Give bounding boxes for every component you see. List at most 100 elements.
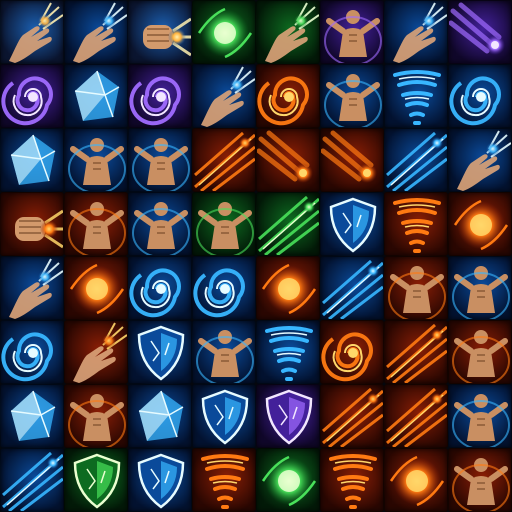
broken-shield-icon[interactable] [128, 320, 192, 384]
air-palm-icon[interactable] [64, 0, 128, 64]
twin-spirits-icon[interactable] [192, 320, 256, 384]
shattered-box-icon[interactable] [0, 384, 64, 448]
streaks-motif [386, 387, 447, 447]
tornado-motif [201, 454, 249, 509]
hand-motif [393, 2, 447, 63]
streaks-motif [322, 387, 383, 447]
fingertip-light-icon[interactable] [192, 64, 256, 128]
golden-avatar-icon[interactable] [448, 448, 512, 512]
spark-shield-icon[interactable] [128, 448, 192, 512]
fire-slashes-icon[interactable] [384, 320, 448, 384]
meditation-icon[interactable] [64, 128, 128, 192]
storm-twister-icon[interactable] [256, 320, 320, 384]
crystal-cube-icon[interactable] [64, 64, 128, 128]
crystal-motif [138, 390, 184, 441]
streaks-motif [386, 131, 447, 191]
streaks-motif [194, 131, 255, 191]
meteor-shower-icon[interactable] [320, 128, 384, 192]
figure-motif [452, 330, 510, 383]
fire-chest-icon[interactable] [64, 192, 128, 256]
frost-chest-icon[interactable] [128, 192, 192, 256]
fist-motif [15, 209, 63, 249]
frost-shield-icon[interactable] [192, 384, 256, 448]
figure-motif [452, 458, 510, 511]
emerald-shield-icon[interactable] [64, 448, 128, 512]
fire-whirl-icon[interactable] [256, 64, 320, 128]
figure-motif [132, 138, 190, 191]
fire-strike-icon[interactable] [320, 384, 384, 448]
fire-monk-icon[interactable] [384, 256, 448, 320]
rolling-monk-icon[interactable] [448, 320, 512, 384]
violet-vortex-icon[interactable] [128, 64, 192, 128]
tornado-motif [393, 70, 441, 125]
orb-motif [389, 455, 445, 507]
swirl-motif [129, 268, 181, 318]
ice-tornado-icon[interactable] [384, 64, 448, 128]
flame-wall-icon[interactable] [192, 448, 256, 512]
streaks-motif [386, 323, 447, 383]
frost-monk-icon[interactable] [448, 256, 512, 320]
orb-motif [261, 455, 317, 507]
fire-spiral-icon[interactable] [320, 320, 384, 384]
streaks-motif [2, 451, 63, 511]
ice-shards-icon[interactable] [0, 128, 64, 192]
meteor-streak-icon[interactable] [448, 0, 512, 64]
lightning-strike-icon[interactable] [256, 192, 320, 256]
hand-motif [9, 2, 63, 63]
figure-motif [452, 394, 510, 447]
flying-kick-icon[interactable] [128, 128, 192, 192]
hand-motif [201, 66, 255, 127]
golden-fist-icon[interactable] [128, 0, 192, 64]
fire-tornado-icon[interactable] [320, 448, 384, 512]
figure-motif [132, 202, 190, 255]
flame-burst-icon[interactable] [256, 256, 320, 320]
figure-motif [324, 74, 382, 127]
crescent-moon-icon[interactable] [0, 320, 64, 384]
frost-grab-icon[interactable] [0, 256, 64, 320]
crescent-blade-icon[interactable] [64, 320, 128, 384]
swirl-motif [449, 76, 501, 126]
fireball-icon[interactable] [64, 256, 128, 320]
purple-wind-icon[interactable] [0, 64, 64, 128]
fire-lines-icon[interactable] [192, 128, 256, 192]
palm-strike-icon[interactable] [0, 0, 64, 64]
green-orb-icon[interactable] [192, 0, 256, 64]
fire-dash-icon[interactable] [384, 384, 448, 448]
shield-motif [329, 197, 377, 253]
wave-ring-icon[interactable] [128, 256, 192, 320]
green-grasp-icon[interactable] [256, 0, 320, 64]
hand-motif [457, 130, 511, 191]
streaks-motif [258, 195, 319, 255]
fire-sun-icon[interactable] [448, 192, 512, 256]
orb-motif [261, 263, 317, 315]
fire-pillar-icon[interactable] [384, 192, 448, 256]
stance-monk-icon[interactable] [64, 384, 128, 448]
hand-motif [9, 258, 63, 319]
fire-punch-icon[interactable] [0, 192, 64, 256]
swirl-motif [193, 268, 245, 318]
blue-feathers-icon[interactable] [320, 256, 384, 320]
water-vortex-icon[interactable] [448, 64, 512, 128]
monk-aura-icon[interactable] [320, 64, 384, 128]
nature-chest-icon[interactable] [192, 192, 256, 256]
blue-cyclone-icon[interactable] [192, 256, 256, 320]
swirl-motif [321, 332, 373, 382]
frozen-shell-icon[interactable] [128, 384, 192, 448]
open-hand-glow-icon[interactable] [384, 0, 448, 64]
swirl-motif [257, 76, 309, 126]
hand-motif [73, 322, 127, 383]
flame-orb-hand-icon[interactable] [384, 448, 448, 512]
meteor-motif [449, 2, 505, 55]
light-beam-icon[interactable] [0, 448, 64, 512]
orb-motif [453, 199, 509, 251]
cracked-shield-icon[interactable] [256, 384, 320, 448]
lightning-hand-icon[interactable] [448, 128, 512, 192]
kick-monk-icon[interactable] [448, 384, 512, 448]
spirit-figure-icon[interactable] [320, 0, 384, 64]
fire-rain-icon[interactable] [256, 128, 320, 192]
figure-motif [68, 202, 126, 255]
crystal-motif [10, 134, 56, 185]
blue-shield-icon[interactable] [320, 192, 384, 256]
frost-lances-icon[interactable] [384, 128, 448, 192]
green-flash-icon[interactable] [256, 448, 320, 512]
